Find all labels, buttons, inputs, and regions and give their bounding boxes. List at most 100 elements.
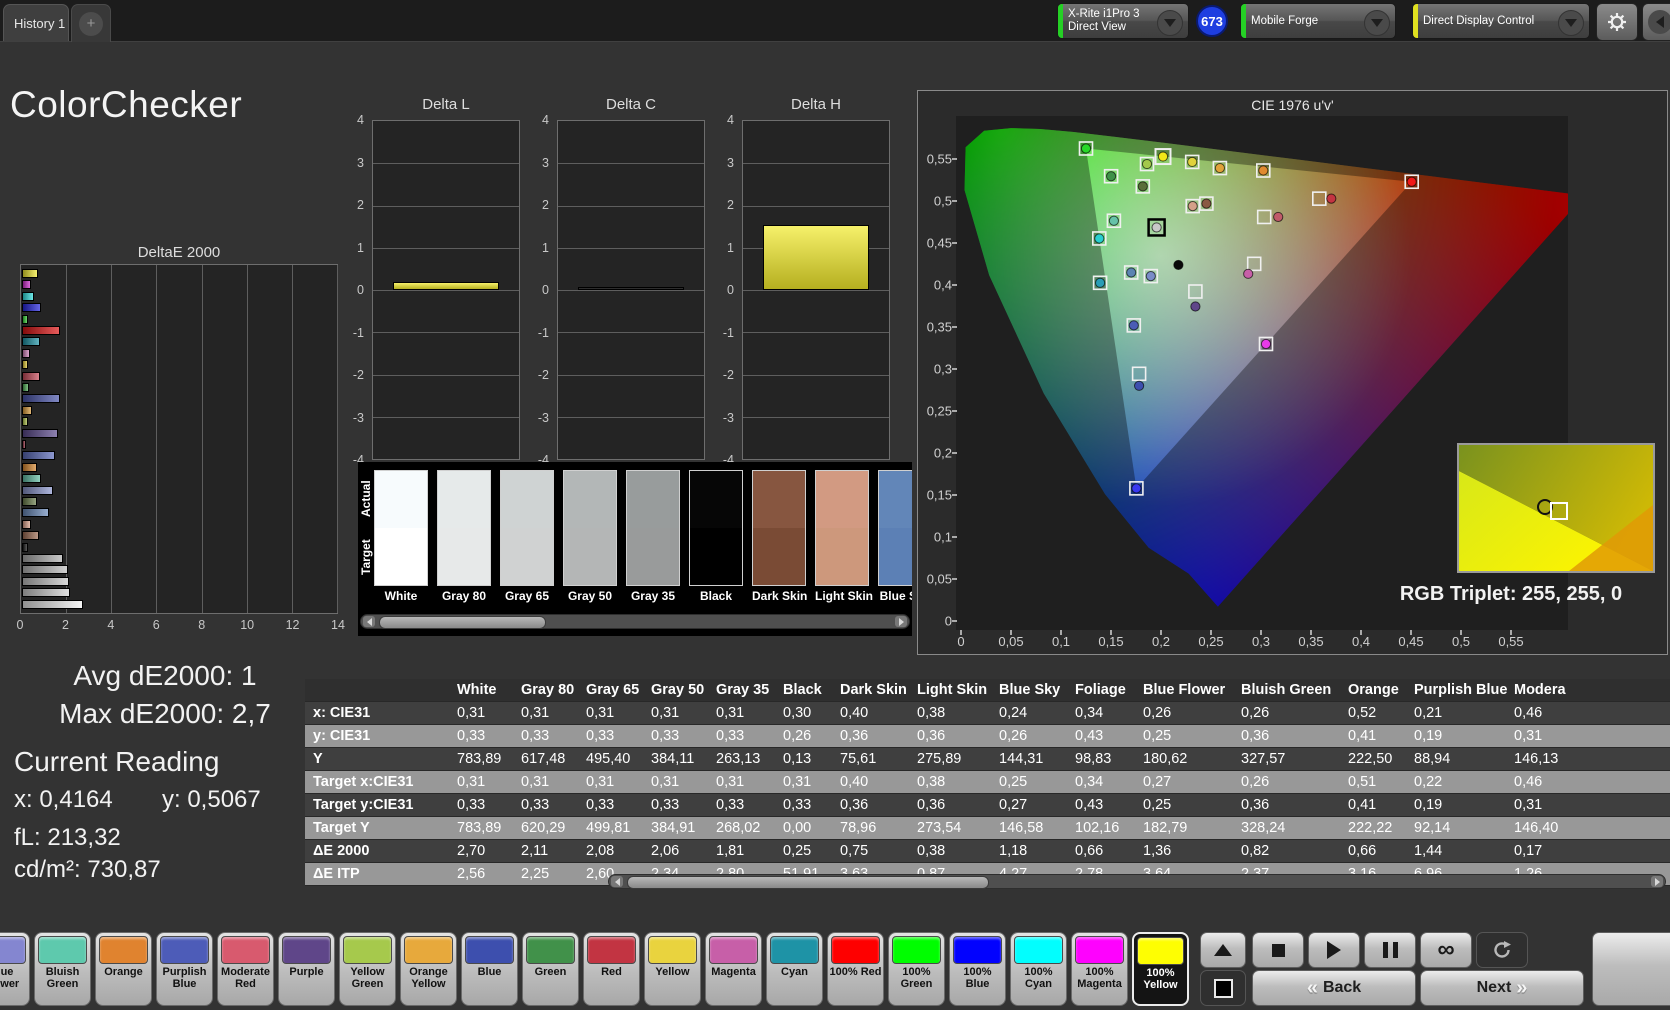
- table-cell: 2,56: [457, 866, 486, 882]
- add-tab-button[interactable]: +: [71, 4, 111, 42]
- y-tick-label: 0: [727, 283, 734, 297]
- chevron-down-icon[interactable]: [1558, 10, 1584, 36]
- target-row-label: Target: [359, 539, 373, 575]
- table-cell: 620,29: [521, 820, 566, 836]
- swatch-scrollbar[interactable]: [360, 614, 910, 629]
- patch-color-chip: [526, 936, 575, 964]
- edge-partial-button[interactable]: [1592, 932, 1670, 1006]
- calibration-app-window: History 1 + X-Rite i1Pro 3 Direct View 6…: [0, 0, 1670, 1010]
- swatch-dark-skin: Dark Skin: [752, 470, 807, 603]
- tick-mark: [1410, 630, 1412, 635]
- patch-button-100-green[interactable]: 100% Green: [888, 932, 945, 1006]
- target-color: [627, 528, 679, 585]
- column-header-black: Black: [783, 682, 822, 698]
- scroll-right-icon[interactable]: [895, 616, 907, 627]
- delta-l-title: Delta L: [422, 96, 470, 113]
- cie-1976-panel: CIE 1976 u'v' RGB Triplet: 255, 255, 0 0…: [917, 90, 1668, 655]
- table-cell: 88,94: [1414, 751, 1451, 767]
- pattern-window-button[interactable]: [1200, 970, 1246, 1006]
- patch-button-moderate-red[interactable]: Moderate Red: [217, 932, 274, 1006]
- chevron-down-icon[interactable]: [1157, 10, 1183, 36]
- patch-button-bluish-green[interactable]: Bluish Green: [34, 932, 91, 1006]
- table-cell: 0,33: [651, 797, 680, 813]
- gridline: [743, 290, 889, 291]
- cie-y-tick-label: 0,5: [933, 193, 952, 209]
- patch-button-green[interactable]: Green: [522, 932, 579, 1006]
- patch-list-up-button[interactable]: [1200, 932, 1246, 968]
- pause-button[interactable]: [1364, 932, 1416, 968]
- meter-dropdown[interactable]: X-Rite i1Pro 3 Direct View: [1057, 3, 1189, 39]
- table-cell: 0,31: [586, 705, 615, 721]
- play-button[interactable]: [1308, 932, 1360, 968]
- cie-x-tick-label: 0,25: [1198, 634, 1224, 649]
- next-button[interactable]: Next »: [1420, 970, 1584, 1006]
- target-color: [438, 528, 490, 585]
- deltae-bar-dark-skin: [22, 531, 39, 541]
- table-cell: 144,31: [999, 751, 1044, 767]
- tick-mark: [952, 410, 957, 412]
- current-x-readout: x: 0,4164: [14, 786, 113, 813]
- patch-color-chip: [953, 936, 1002, 964]
- patch-button-100-blue[interactable]: 100% Blue: [949, 932, 1006, 1006]
- tick-mark: [952, 368, 957, 370]
- cie-y-tick-label: 0,4: [933, 277, 952, 293]
- settings-button[interactable]: [1596, 3, 1638, 41]
- gridline: [743, 416, 889, 418]
- swatch-label: Blue Sky: [879, 589, 912, 603]
- collapse-panel-button[interactable]: [1642, 3, 1670, 41]
- back-button[interactable]: « Back: [1252, 970, 1416, 1006]
- current-reading-heading: Current Reading: [14, 746, 220, 777]
- target-color: [501, 528, 553, 585]
- patch-color-chip: [465, 936, 514, 964]
- y-tick-label: 0: [542, 283, 549, 297]
- gridline: [558, 374, 704, 376]
- patch-button-orange[interactable]: Orange: [95, 932, 152, 1006]
- chevron-down-icon[interactable]: [1364, 10, 1390, 36]
- swatch-scrollbar-thumb[interactable]: [379, 616, 546, 629]
- gridline: [743, 374, 889, 376]
- patch-button-blue[interactable]: Blue: [461, 932, 518, 1006]
- loop-button[interactable]: [1476, 932, 1528, 968]
- target-color: [690, 528, 742, 585]
- scroll-left-icon[interactable]: [611, 876, 623, 887]
- patch-button-100-magenta[interactable]: 100% Magenta: [1071, 932, 1128, 1006]
- gridline: [291, 265, 293, 613]
- measurement-table: White Gray 80 Gray 65 Gray 50 Gray 35 Black Da…: [305, 679, 1670, 886]
- patch-color-chip: [1014, 936, 1063, 964]
- patch-button-purplish-blue[interactable]: Purplish Blue: [156, 932, 213, 1006]
- scroll-right-icon[interactable]: [1651, 876, 1663, 887]
- pause-icon: [1392, 942, 1398, 958]
- patch-button-red[interactable]: Red: [583, 932, 640, 1006]
- patch-button-100-red[interactable]: 100% Red: [827, 932, 884, 1006]
- stop-button[interactable]: [1252, 932, 1304, 968]
- patch-button-yellow-green[interactable]: Yellow Green: [339, 932, 396, 1006]
- patch-button-blue-flower[interactable]: Blue Flower: [0, 932, 30, 1006]
- tab-history-1[interactable]: History 1: [3, 4, 69, 41]
- table-scrollbar-thumb[interactable]: [627, 876, 989, 889]
- infinity-icon: ∞: [1437, 936, 1455, 963]
- patch-button-orange-yellow[interactable]: Orange Yellow: [400, 932, 457, 1006]
- measured-point-blue: [1134, 380, 1145, 391]
- tick-mark: [1160, 630, 1162, 635]
- patch-button-purple[interactable]: Purple: [278, 932, 335, 1006]
- patch-button-yellow[interactable]: Yellow: [644, 932, 701, 1006]
- patch-button-100-cyan[interactable]: 100% Cyan: [1010, 932, 1067, 1006]
- display-control-dropdown[interactable]: Direct Display Control: [1412, 3, 1590, 39]
- patch-button-magenta[interactable]: Magenta: [705, 932, 762, 1006]
- row-label: Target y:CIE31: [313, 797, 414, 813]
- table-scrollbar[interactable]: [608, 874, 1666, 889]
- row-label: Target x:CIE31: [313, 774, 414, 790]
- measured-point-black: [1173, 259, 1184, 271]
- continuous-read-button[interactable]: ∞: [1420, 932, 1472, 968]
- source-dropdown[interactable]: Mobile Forge: [1240, 3, 1396, 39]
- table-cell: 0,31: [457, 705, 486, 721]
- patch-button-100-yellow[interactable]: 100% Yellow: [1132, 932, 1189, 1006]
- delta-c-title: Delta C: [605, 96, 657, 113]
- patch-button-cyan[interactable]: Cyan: [766, 932, 823, 1006]
- table-cell: 0,34: [1075, 774, 1104, 790]
- patch-label: Magenta: [711, 966, 756, 978]
- scroll-left-icon[interactable]: [363, 616, 375, 627]
- measured-point-100-blue: [1131, 483, 1142, 494]
- y-tick-label: -1: [537, 325, 549, 340]
- table-cell: 1,44: [1414, 843, 1443, 859]
